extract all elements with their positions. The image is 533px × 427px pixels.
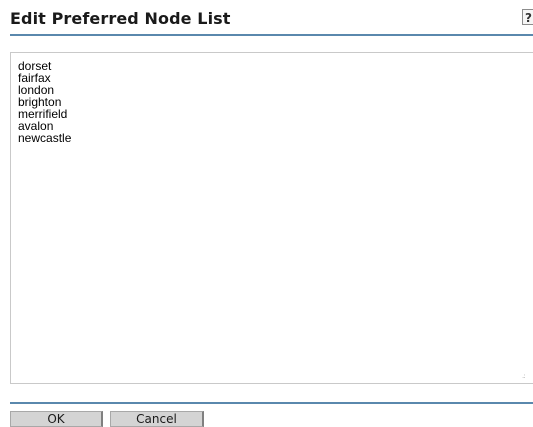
cancel-button[interactable]: Cancel (110, 411, 204, 427)
page-title: Edit Preferred Node List (10, 9, 231, 28)
ok-button[interactable]: OK (10, 411, 103, 427)
node-list: dorset fairfax london brighton merrifiel… (18, 60, 71, 144)
help-button[interactable]: ? (522, 9, 533, 25)
preferred-node-list-textarea[interactable]: dorset fairfax london brighton merrifiel… (10, 52, 533, 384)
footer-divider (10, 402, 533, 404)
resize-grip-icon[interactable]: .: (522, 372, 530, 380)
header-divider (10, 34, 533, 36)
node-list-item: newcastle (18, 131, 72, 145)
